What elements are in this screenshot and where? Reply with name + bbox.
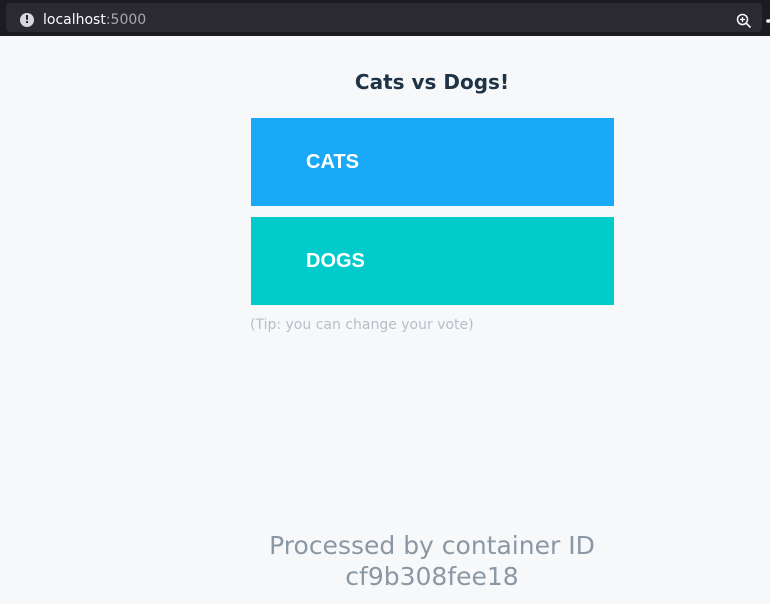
url-host: localhost (43, 12, 106, 28)
container-id: cf9b308fee18 (345, 562, 519, 591)
vote-cats-button[interactable]: CATS (251, 118, 614, 206)
url-text[interactable]: localhost:5000 (43, 12, 146, 29)
container-id-footer: Processed by container ID cf9b308fee18 (232, 530, 632, 592)
browser-toolbar: ! localhost:5000 (0, 0, 770, 36)
address-bar[interactable]: ! localhost:5000 (6, 3, 770, 32)
vote-dogs-button[interactable]: DOGS (251, 217, 614, 305)
info-icon[interactable]: ! (20, 13, 34, 27)
footer-label: Processed by container ID (269, 531, 595, 560)
url-port: :5000 (105, 12, 147, 28)
page-title: Cats vs Dogs! (354, 70, 510, 94)
zoom-icon[interactable] (736, 13, 752, 29)
share-icon[interactable] (766, 13, 770, 29)
vote-tip: (Tip: you can change your vote) (250, 317, 474, 333)
